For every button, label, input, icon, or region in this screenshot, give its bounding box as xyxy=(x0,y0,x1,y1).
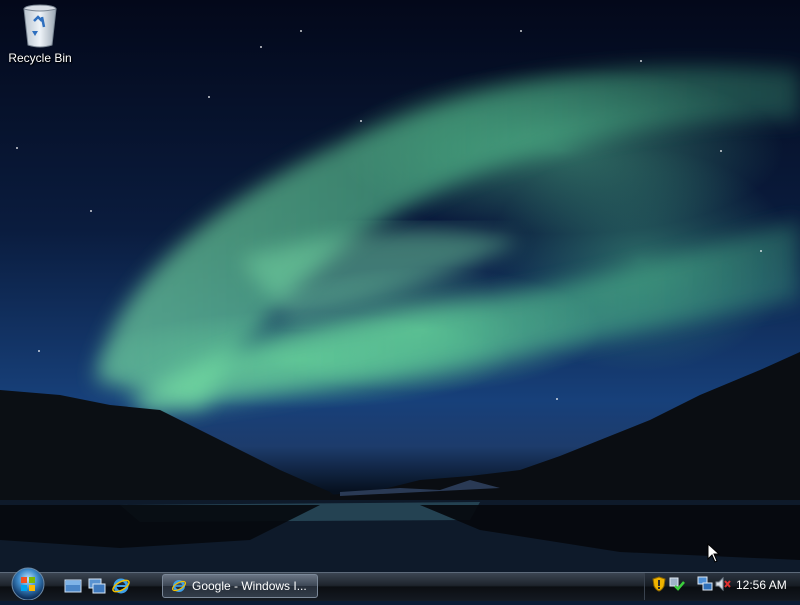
star xyxy=(360,120,362,122)
desktop-wallpaper xyxy=(0,0,800,572)
show-desktop-icon xyxy=(64,579,82,593)
quick-launch-switch-windows[interactable] xyxy=(87,576,107,596)
star xyxy=(520,30,522,32)
network-check-icon xyxy=(669,577,685,591)
mountain-landscape xyxy=(0,352,800,572)
security-shield-icon xyxy=(652,576,666,592)
quick-launch-show-desktop[interactable] xyxy=(63,576,83,596)
tray-volume-icon[interactable] xyxy=(715,576,731,592)
star xyxy=(260,46,262,48)
tray-network-check-icon[interactable] xyxy=(669,576,685,592)
taskbar-button-label: Google - Windows I... xyxy=(192,579,307,593)
volume-muted-icon xyxy=(715,576,731,592)
network-connection-icon xyxy=(697,576,713,591)
windows-orb-icon xyxy=(11,567,45,601)
tray-network-icon[interactable] xyxy=(697,576,713,592)
star xyxy=(90,210,92,212)
switch-windows-icon xyxy=(88,578,106,594)
star xyxy=(556,398,558,400)
star xyxy=(760,250,762,252)
internet-explorer-icon xyxy=(112,578,130,594)
recycle-bin-icon xyxy=(20,3,60,49)
star xyxy=(640,60,642,62)
star xyxy=(16,147,18,149)
tray-security-icon[interactable] xyxy=(651,576,667,592)
desktop-icon-recycle-bin[interactable]: Recycle Bin xyxy=(6,3,74,65)
quick-launch-internet-explorer[interactable] xyxy=(111,576,131,596)
start-button[interactable] xyxy=(8,564,48,601)
mouse-cursor-icon xyxy=(707,542,721,568)
star xyxy=(300,30,302,32)
system-clock[interactable]: 12:56 AM xyxy=(736,578,787,592)
star xyxy=(208,96,210,98)
star xyxy=(720,150,722,152)
recycle-bin-label: Recycle Bin xyxy=(8,51,72,65)
taskbar-button-browser[interactable]: Google - Windows I... xyxy=(162,574,318,598)
internet-explorer-icon xyxy=(171,580,187,592)
star xyxy=(38,350,40,352)
